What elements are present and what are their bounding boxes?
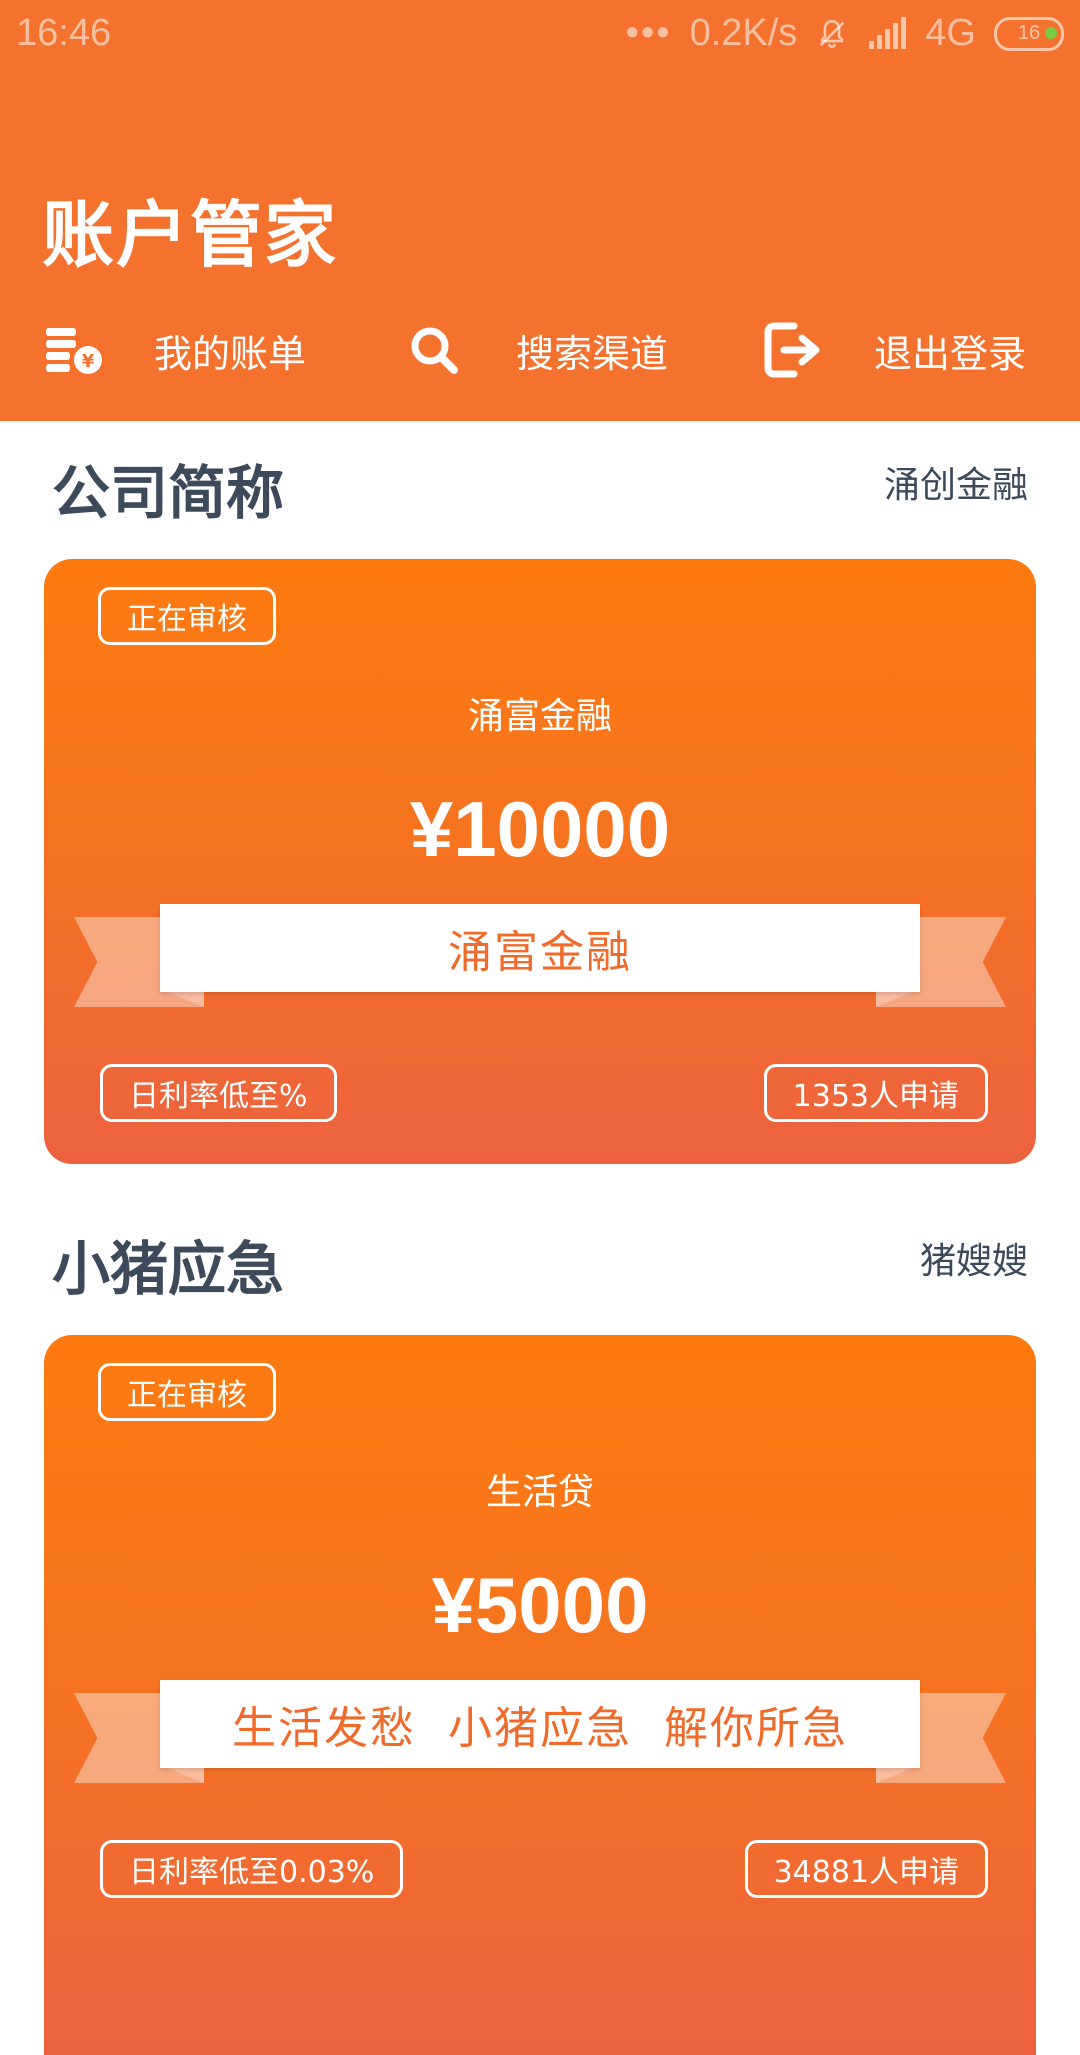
- logout-icon: [764, 322, 820, 378]
- page-title: 账户管家: [42, 193, 339, 277]
- interest-rate-badge: 日利率低至0.03%: [100, 1840, 404, 1898]
- battery-icon: 16: [994, 16, 1064, 51]
- loan-card[interactable]: 正在审核 涌富金融 ¥10000 涌富金融 日利率低至% 1353人申请: [44, 559, 1036, 1164]
- interest-rate-badge: 日利率低至%: [100, 1064, 337, 1122]
- applicants-badge: 34881人申请: [744, 1840, 988, 1898]
- loan-amount: ¥10000: [409, 785, 671, 873]
- applicants-badge: 1353人申请: [763, 1064, 988, 1122]
- logout-button[interactable]: 退出登录: [764, 310, 1026, 390]
- bell-muted-icon: [820, 19, 845, 48]
- search-channel-button[interactable]: 搜索渠道: [406, 310, 668, 390]
- my-bill-label: 我的账单: [154, 331, 307, 376]
- product-name: 生活贷: [485, 1472, 594, 1513]
- product-name: 涌富金融: [467, 696, 612, 737]
- slogan-ribbon: 涌富金融: [160, 904, 920, 992]
- header-nav: ¥ 我的账单 搜索渠道 退出登录: [0, 310, 1080, 390]
- logout-label: 退出登录: [874, 331, 1027, 376]
- status-time: 16:46: [16, 12, 112, 54]
- app-header: 16:46 ••• 0.2K/s 4G 16 账户管家 ¥ 我的账单 搜索渠道 …: [0, 0, 1080, 421]
- loan-card[interactable]: 正在审核 生活贷 ¥5000 生活发愁 小猪应急 解你所急 日利率低至0.03%…: [44, 1335, 1036, 2055]
- more-dots-icon: •••: [625, 12, 672, 54]
- loan-amount: ¥5000: [431, 1561, 649, 1649]
- section-title: 小猪应急: [52, 1235, 285, 1303]
- signal-icon: [869, 16, 907, 49]
- slogan-ribbon: 生活发愁 小猪应急 解你所急: [160, 1680, 920, 1768]
- section-company[interactable]: 涌创金融: [884, 456, 1028, 508]
- status-badge: 正在审核: [98, 587, 276, 645]
- section-company[interactable]: 猪嫂嫂: [920, 1232, 1028, 1284]
- network-type: 4G: [925, 12, 976, 54]
- search-icon: [411, 327, 458, 374]
- svg-text:¥: ¥: [82, 351, 95, 372]
- status-bar: 16:46 ••• 0.2K/s 4G 16: [0, 0, 1080, 70]
- search-channel-label: 搜索渠道: [516, 331, 669, 376]
- battery-level: 16: [1017, 22, 1041, 44]
- status-icons: ••• 0.2K/s 4G 16: [626, 12, 1064, 55]
- bill-icon: ¥: [46, 328, 102, 374]
- status-badge: 正在审核: [98, 1363, 276, 1421]
- network-speed: 0.2K/s: [689, 12, 798, 54]
- my-bill-button[interactable]: ¥ 我的账单: [44, 310, 306, 390]
- section-title: 公司简称: [52, 459, 285, 527]
